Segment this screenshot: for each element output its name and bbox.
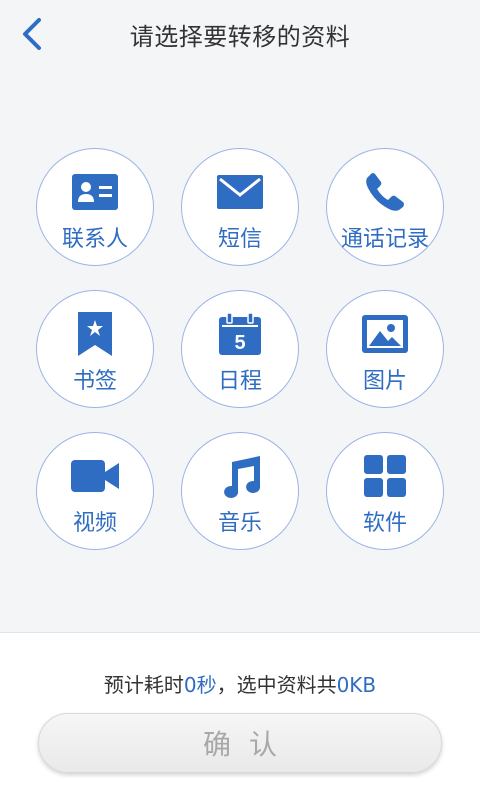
- bookmark-icon: [78, 312, 112, 356]
- item-label: 书签: [72, 369, 117, 394]
- item-pictures[interactable]: 图片: [326, 290, 444, 408]
- footer: 预计耗时0秒，选中资料共0KB 确认: [0, 632, 480, 800]
- item-label: 短信: [217, 227, 262, 252]
- item-videos[interactable]: 视频: [36, 432, 154, 550]
- apps-grid-icon: [364, 455, 406, 497]
- calendar-day-number: 5: [234, 332, 245, 354]
- envelope-icon: [217, 175, 263, 209]
- phone-icon: [366, 173, 404, 211]
- item-call-log[interactable]: 通话记录: [326, 148, 444, 266]
- item-calendar[interactable]: 5 日程: [181, 290, 299, 408]
- selected-size-value: 0KB: [336, 673, 377, 697]
- summary-prefix: 预计耗时: [103, 673, 184, 697]
- item-label: 图片: [362, 369, 407, 394]
- confirm-button[interactable]: 确认: [38, 713, 442, 773]
- video-camera-icon: [71, 460, 119, 492]
- summary-middle: ，选中资料共: [216, 673, 337, 697]
- item-label: 音乐: [217, 511, 262, 536]
- picture-icon: [362, 315, 408, 353]
- contact-card-icon: [72, 174, 118, 210]
- item-label: 日程: [217, 369, 262, 394]
- music-note-icon: [224, 456, 261, 498]
- item-sms[interactable]: 短信: [181, 148, 299, 266]
- data-type-grid: 联系人 短信 通话记录 书签 5 日程 图片 视频 音乐 软件: [0, 0, 480, 632]
- transfer-summary: 预计耗时0秒，选中资料共0KB: [0, 669, 480, 698]
- item-contacts[interactable]: 联系人: [36, 148, 154, 266]
- estimated-time-value: 0秒: [183, 673, 217, 697]
- item-label: 通话记录: [340, 227, 429, 252]
- item-label: 视频: [72, 511, 117, 536]
- item-label: 软件: [362, 511, 407, 536]
- item-apps[interactable]: 软件: [326, 432, 444, 550]
- item-music[interactable]: 音乐: [181, 432, 299, 550]
- calendar-icon: 5: [219, 313, 261, 355]
- item-bookmarks[interactable]: 书签: [36, 290, 154, 408]
- item-label: 联系人: [61, 227, 128, 252]
